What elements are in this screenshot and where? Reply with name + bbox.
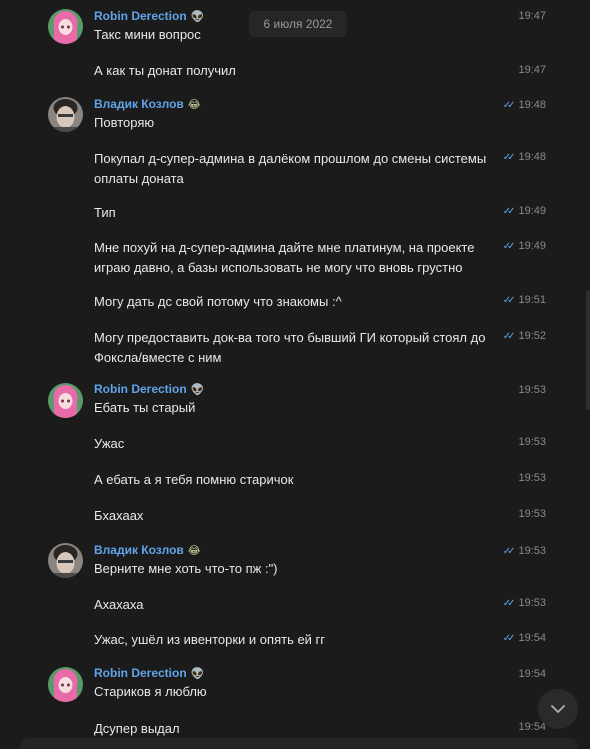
time-label: 19:53 xyxy=(518,384,546,396)
message-time: 19:47 xyxy=(518,64,546,76)
author-name[interactable]: Robin Derection xyxy=(94,666,187,680)
scrollbar-thumb[interactable] xyxy=(586,290,590,410)
double-check-icon: ✓✓ xyxy=(502,294,516,306)
message-text: Покупал д-супер-админа в далёком прошлом… xyxy=(94,151,487,186)
time-label: 19:48 xyxy=(518,151,546,163)
message-time: ✓✓ 19:51 xyxy=(503,294,546,306)
message-time: ✓✓ 19:53 xyxy=(503,545,546,557)
message-text: Дсупер выдал xyxy=(94,721,180,736)
message-author[interactable]: Владик Козлов 😂 xyxy=(94,543,201,557)
message-time: 19:53 xyxy=(518,436,546,448)
message-text: Мне похуй на д-супер-админа дайте мне пл… xyxy=(94,240,475,275)
double-check-icon: ✓✓ xyxy=(502,205,516,217)
double-check-icon: ✓✓ xyxy=(502,151,516,163)
message-time: 19:54 xyxy=(518,668,546,680)
message-author[interactable]: Robin Derection 👽 xyxy=(94,9,204,23)
message-text: Бхахаах xyxy=(94,508,144,523)
message-text: Ебать ты старый xyxy=(94,400,196,415)
scroll-to-bottom-button[interactable] xyxy=(538,689,578,729)
message-text: Могу предоставить док-ва того что бывший… xyxy=(94,330,486,365)
anime-avatar-icon xyxy=(48,383,83,418)
time-label: 19:48 xyxy=(518,99,546,111)
message-time: 19:47 xyxy=(518,10,546,22)
message-time: 19:53 xyxy=(518,508,546,520)
scrollbar[interactable] xyxy=(584,0,590,749)
message-text: Ужас, ушёл из ивенторки и опять ей гг xyxy=(94,632,326,647)
message-text: А ебать а я тебя помню старичок xyxy=(94,472,294,487)
message-text: А как ты донат получил xyxy=(94,63,236,78)
message-time: ✓✓ 19:54 xyxy=(503,632,546,644)
author-name[interactable]: Robin Derection xyxy=(94,382,187,396)
double-check-icon: ✓✓ xyxy=(502,240,516,252)
message-time: 19:54 xyxy=(518,721,546,733)
message-time: ✓✓ 19:49 xyxy=(503,240,546,252)
message-time: 19:53 xyxy=(518,472,546,484)
double-check-icon: ✓✓ xyxy=(502,597,516,609)
avatar-vladik[interactable] xyxy=(48,97,83,132)
anime-avatar-icon xyxy=(48,9,83,44)
double-check-icon: ✓✓ xyxy=(502,330,516,342)
time-label: 19:53 xyxy=(518,472,546,484)
message-text: Тип xyxy=(94,205,116,220)
message-author[interactable]: Robin Derection 👽 xyxy=(94,666,204,680)
chevron-down-icon xyxy=(551,704,565,713)
time-label: 19:49 xyxy=(518,205,546,217)
message-author[interactable]: Владик Козлов 😂 xyxy=(94,97,201,111)
anime-avatar-icon xyxy=(48,667,83,702)
message-text: Ахахаха xyxy=(94,597,144,612)
double-check-icon: ✓✓ xyxy=(502,632,516,644)
message-text: Могу дать дс свой потому что знакомы :^ xyxy=(94,294,342,309)
time-label: 19:47 xyxy=(518,10,546,22)
date-separator: 6 июля 2022 xyxy=(249,11,347,37)
time-label: 19:52 xyxy=(518,330,546,342)
author-name[interactable]: Владик Козлов xyxy=(94,543,184,557)
time-label: 19:53 xyxy=(518,545,546,557)
alien-emoji-icon: 👽 xyxy=(190,384,205,396)
time-label: 19:54 xyxy=(518,632,546,644)
time-label: 19:47 xyxy=(518,64,546,76)
alien-emoji-icon: 👽 xyxy=(190,668,205,680)
double-check-icon: ✓✓ xyxy=(502,99,516,111)
message-time: ✓✓ 19:53 xyxy=(503,597,546,609)
laughing-emoji-icon: 😂 xyxy=(187,545,201,557)
time-label: 19:54 xyxy=(518,668,546,680)
time-label: 19:49 xyxy=(518,240,546,252)
photo-avatar-icon xyxy=(48,543,83,578)
author-name[interactable]: Владик Козлов xyxy=(94,97,184,111)
message-composer[interactable] xyxy=(20,738,578,749)
chat-history[interactable]: Robin Derection 👽 Такс мини вопрос 19:47 … xyxy=(0,0,590,749)
avatar-robin[interactable] xyxy=(48,667,83,702)
avatar-robin[interactable] xyxy=(48,9,83,44)
message-text: Ужас xyxy=(94,436,125,451)
photo-avatar-icon xyxy=(48,97,83,132)
avatar-robin[interactable] xyxy=(48,383,83,418)
time-label: 19:54 xyxy=(518,721,546,733)
message-time: 19:53 xyxy=(518,384,546,396)
message-text: Стариков я люблю xyxy=(94,684,207,699)
time-label: 19:51 xyxy=(518,294,546,306)
message-time: ✓✓ 19:52 xyxy=(503,330,546,342)
avatar-vladik[interactable] xyxy=(48,543,83,578)
time-label: 19:53 xyxy=(518,508,546,520)
message-time: ✓✓ 19:49 xyxy=(503,205,546,217)
author-name[interactable]: Robin Derection xyxy=(94,9,187,23)
double-check-icon: ✓✓ xyxy=(502,545,516,557)
message-time: ✓✓ 19:48 xyxy=(503,99,546,111)
time-label: 19:53 xyxy=(518,597,546,609)
time-label: 19:53 xyxy=(518,436,546,448)
message-text: Верните мне хоть что-то пж :") xyxy=(94,561,278,576)
message-author[interactable]: Robin Derection 👽 xyxy=(94,382,204,396)
laughing-emoji-icon: 😂 xyxy=(187,99,201,111)
message-text: Повторяю xyxy=(94,115,155,130)
alien-emoji-icon: 👽 xyxy=(190,11,205,23)
message-time: ✓✓ 19:48 xyxy=(503,151,546,163)
